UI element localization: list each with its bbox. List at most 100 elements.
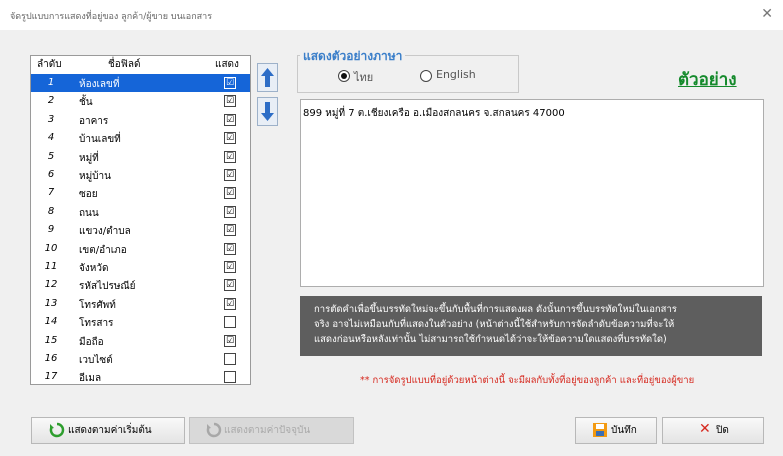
show-checkbox[interactable]: ☑ xyxy=(224,279,236,292)
warning-text: ** การจัดรูปแบบที่อยู่ด้วยหน้าต่างนี้ จะ… xyxy=(360,375,695,386)
address-format-window: จัดรูปแบบการแสดงที่อยู่ของ ลูกค้า/ผู้ขาย… xyxy=(0,0,783,456)
row-field-name: ชั้น xyxy=(79,97,93,109)
table-row[interactable]: 13 โทรศัพท์ ☑ xyxy=(31,295,250,313)
table-row[interactable]: 16 เวบไซต์ xyxy=(31,350,250,368)
show-checkbox[interactable]: ☑ xyxy=(224,150,236,163)
reset-current-label: แสดงตามค่าปัจจุบัน xyxy=(224,425,311,436)
reset-default-button[interactable]: แสดงตามค่าเริ่มต้น xyxy=(31,417,185,444)
show-checkbox[interactable] xyxy=(224,316,236,329)
show-checkbox[interactable]: ☑ xyxy=(224,132,236,145)
example-heading: ตัวอย่าง xyxy=(678,70,737,90)
row-number: 15 xyxy=(44,334,58,346)
table-row[interactable]: 10 เขต/อำเภอ ☑ xyxy=(31,240,250,258)
show-checkbox[interactable]: ☑ xyxy=(224,242,236,255)
row-number: 13 xyxy=(44,297,58,309)
refresh-icon xyxy=(206,422,222,438)
show-checkbox[interactable]: ☑ xyxy=(224,205,236,218)
window-title: จัดรูปแบบการแสดงที่อยู่ของ ลูกค้า/ผู้ขาย… xyxy=(10,12,213,22)
preview-box: 899 หมู่ที่ 7 ต.เชียงเครือ อ.เมืองสกลนคร… xyxy=(300,99,764,287)
table-row[interactable]: 5 หมู่ที่ ☑ xyxy=(31,148,250,166)
table-row[interactable]: 11 จังหวัด ☑ xyxy=(31,258,250,276)
header-show: แสดง xyxy=(215,59,239,70)
row-number: 1 xyxy=(47,77,55,88)
row-field-name: ถนน xyxy=(79,207,99,219)
row-field-name: เขต/อำเภอ xyxy=(79,244,127,256)
row-field-name: บ้านเลขที่ xyxy=(79,134,121,146)
row-number: 6 xyxy=(47,169,55,180)
row-field-name: โทรศัพท์ xyxy=(79,299,116,311)
row-field-name: โทรสาร xyxy=(79,318,114,330)
preview-text: 899 หมู่ที่ 7 ต.เชียงเครือ อ.เมืองสกลนคร… xyxy=(303,108,565,119)
move-down-button[interactable] xyxy=(257,97,278,126)
row-field-name: แขวง/ตำบล xyxy=(79,226,131,238)
table-row[interactable]: 15 มือถือ ☑ xyxy=(31,332,250,350)
note-line: แสดงก่อนหรือหลังเท่านั้น ไม่สามารถใช้กำห… xyxy=(314,334,667,345)
thai-radio[interactable] xyxy=(338,70,350,82)
row-number: 14 xyxy=(44,316,58,328)
thai-label: ไทย xyxy=(354,71,374,84)
save-icon xyxy=(593,423,607,437)
move-up-button[interactable] xyxy=(257,63,278,92)
table-header: ลำดับ ชื่อฟิลด์ แสดง xyxy=(31,56,250,72)
table-row[interactable]: 3 อาคาร ☑ xyxy=(31,111,250,129)
row-field-name: อีเมล xyxy=(79,373,102,385)
show-checkbox[interactable]: ☑ xyxy=(224,297,236,310)
refresh-icon xyxy=(49,422,65,438)
row-number: 10 xyxy=(44,242,58,254)
x-icon: ✕ xyxy=(699,421,711,437)
arrow-up-icon xyxy=(261,68,274,87)
row-number: 2 xyxy=(47,95,55,107)
close-label: ปิด xyxy=(716,425,729,436)
row-field-name: รหัสไปรษณีย์ xyxy=(79,281,136,293)
field-table: ลำดับ ชื่อฟิลด์ แสดง 1 ห้องเลขที่ ☑ 2 ชั้น ☑ 3… xyxy=(30,55,251,385)
table-row[interactable]: 8 ถนน ☑ xyxy=(31,203,250,221)
show-checkbox[interactable]: ☑ xyxy=(224,169,236,181)
table-row[interactable]: 9 แขวง/ตำบล ☑ xyxy=(31,221,250,239)
table-row[interactable]: 1 ห้องเลขที่ ☑ xyxy=(31,74,250,92)
table-row[interactable]: 12 รหัสไปรษณีย์ ☑ xyxy=(31,276,250,294)
table-row[interactable]: 17 อีเมล xyxy=(31,368,250,385)
row-number: 12 xyxy=(44,279,58,291)
english-radio[interactable] xyxy=(420,70,432,82)
row-number: 11 xyxy=(44,261,58,272)
table-row[interactable]: 14 โทรสาร xyxy=(31,313,250,331)
show-checkbox[interactable]: ☑ xyxy=(224,95,236,108)
note-line: จริง อาจไม่เหมือนกับที่แสดงในตัวอย่าง (ห… xyxy=(314,319,675,330)
show-checkbox[interactable]: ☑ xyxy=(224,334,236,347)
reset-default-label: แสดงตามค่าเริ่มต้น xyxy=(68,425,152,436)
show-checkbox[interactable]: ☑ xyxy=(224,224,236,237)
row-number: 7 xyxy=(47,187,55,199)
english-label: English xyxy=(436,68,476,81)
table-row[interactable]: 4 บ้านเลขที่ ☑ xyxy=(31,129,250,147)
row-field-name: อาคาร xyxy=(79,115,109,127)
language-group-title: แสดงตัวอย่างภาษา xyxy=(300,47,406,66)
table-row[interactable]: 7 ซอย ☑ xyxy=(31,184,250,202)
show-checkbox[interactable]: ☑ xyxy=(224,113,236,126)
header-order: ลำดับ xyxy=(37,59,62,70)
close-button[interactable]: ✕ ปิด xyxy=(662,417,764,444)
row-number: 8 xyxy=(47,205,55,217)
row-number: 4 xyxy=(47,132,55,144)
show-checkbox[interactable]: ☑ xyxy=(224,261,236,273)
show-checkbox[interactable]: ☑ xyxy=(224,77,236,89)
header-field-name: ชื่อฟิลด์ xyxy=(108,59,141,70)
close-icon[interactable]: ✕ xyxy=(761,6,773,22)
row-number: 5 xyxy=(47,150,55,162)
show-checkbox[interactable] xyxy=(224,353,236,365)
row-field-name: ซอย xyxy=(79,189,98,201)
row-number: 3 xyxy=(47,113,55,125)
row-field-name: จังหวัด xyxy=(79,263,109,274)
save-label: บันทึก xyxy=(611,425,637,436)
row-field-name: ห้องเลขที่ xyxy=(79,79,120,90)
show-checkbox[interactable]: ☑ xyxy=(224,187,236,200)
show-checkbox[interactable] xyxy=(224,371,236,384)
save-button[interactable]: บันทึก xyxy=(575,417,657,444)
reset-current-button[interactable]: แสดงตามค่าปัจจุบัน xyxy=(189,417,354,444)
info-note: การตัดคำเพื่อขึ้นบรรทัดใหม่จะขึ้นกับพื้น… xyxy=(300,296,762,356)
row-field-name: เวบไซต์ xyxy=(79,355,113,366)
row-number: 17 xyxy=(44,371,58,383)
row-number: 9 xyxy=(47,224,55,236)
table-row[interactable]: 2 ชั้น ☑ xyxy=(31,92,250,110)
table-row[interactable]: 6 หมู่บ้าน ☑ xyxy=(31,166,250,184)
row-field-name: มือถือ xyxy=(79,336,104,348)
